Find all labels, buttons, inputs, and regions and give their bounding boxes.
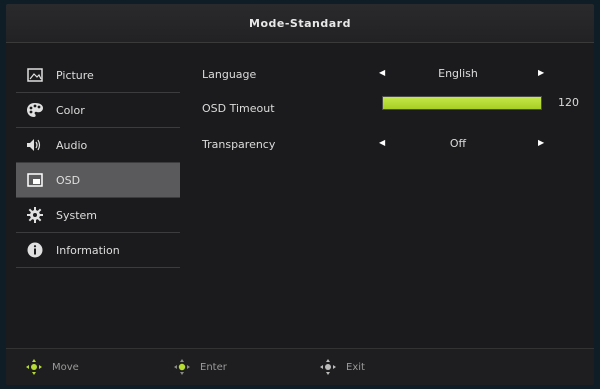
language-value: English [438, 67, 478, 80]
setting-label: Language [202, 68, 257, 81]
hint-label: Exit [346, 361, 365, 373]
setting-label: Transparency [202, 138, 276, 151]
osd-screen: Mode-Standard Picture Color Audio OSD Sy… [6, 4, 594, 385]
gear-icon [26, 206, 44, 224]
dpad-center-icon [174, 359, 190, 375]
sidebar-item-osd[interactable]: OSD [16, 163, 180, 198]
picture-icon [26, 66, 44, 84]
sidebar-item-label: System [56, 208, 98, 222]
sidebar-item-label: OSD [56, 173, 81, 187]
speaker-icon [26, 136, 44, 154]
sidebar-item-audio[interactable]: Audio [16, 128, 180, 163]
sidebar-item-color[interactable]: Color [16, 93, 180, 128]
setting-label: OSD Timeout [202, 102, 275, 115]
hint-move: Move [24, 359, 79, 375]
osd-timeout-slider[interactable] [382, 96, 542, 110]
hint-exit: Exit [318, 359, 365, 375]
sidebar-item-label: Color [56, 103, 85, 117]
transparency-value: Off [449, 137, 467, 150]
page-title: Mode-Standard [249, 16, 351, 30]
arrow-right-icon[interactable]: ▶ [538, 138, 544, 147]
info-icon [26, 241, 44, 259]
dpad-exit-icon [320, 359, 336, 375]
sidebar-item-label: Audio [56, 138, 88, 152]
sidebar-item-picture[interactable]: Picture [16, 58, 180, 93]
arrow-right-icon[interactable]: ▶ [538, 68, 544, 77]
hint-label: Enter [200, 361, 227, 373]
hint-enter: Enter [172, 359, 227, 375]
slider-fill [383, 97, 541, 109]
title-bar: Mode-Standard [6, 4, 594, 43]
sidebar-menu: Picture Color Audio OSD System Informati… [16, 58, 180, 268]
sidebar-item-information[interactable]: Information [16, 233, 180, 268]
sidebar-item-label: Information [56, 243, 120, 257]
setting-language[interactable]: Language ◀ English ▶ [196, 64, 586, 84]
osd-icon [26, 171, 44, 189]
palette-icon [26, 101, 44, 119]
footer-hints: Move Enter Exit [6, 348, 594, 385]
sidebar-item-label: Picture [56, 68, 94, 82]
sidebar-item-system[interactable]: System [16, 198, 180, 233]
hint-label: Move [52, 361, 79, 373]
dpad-icon [26, 359, 42, 375]
setting-transparency[interactable]: Transparency ◀ Off ▶ [196, 134, 586, 154]
osd-timeout-value: 120 [558, 96, 579, 109]
